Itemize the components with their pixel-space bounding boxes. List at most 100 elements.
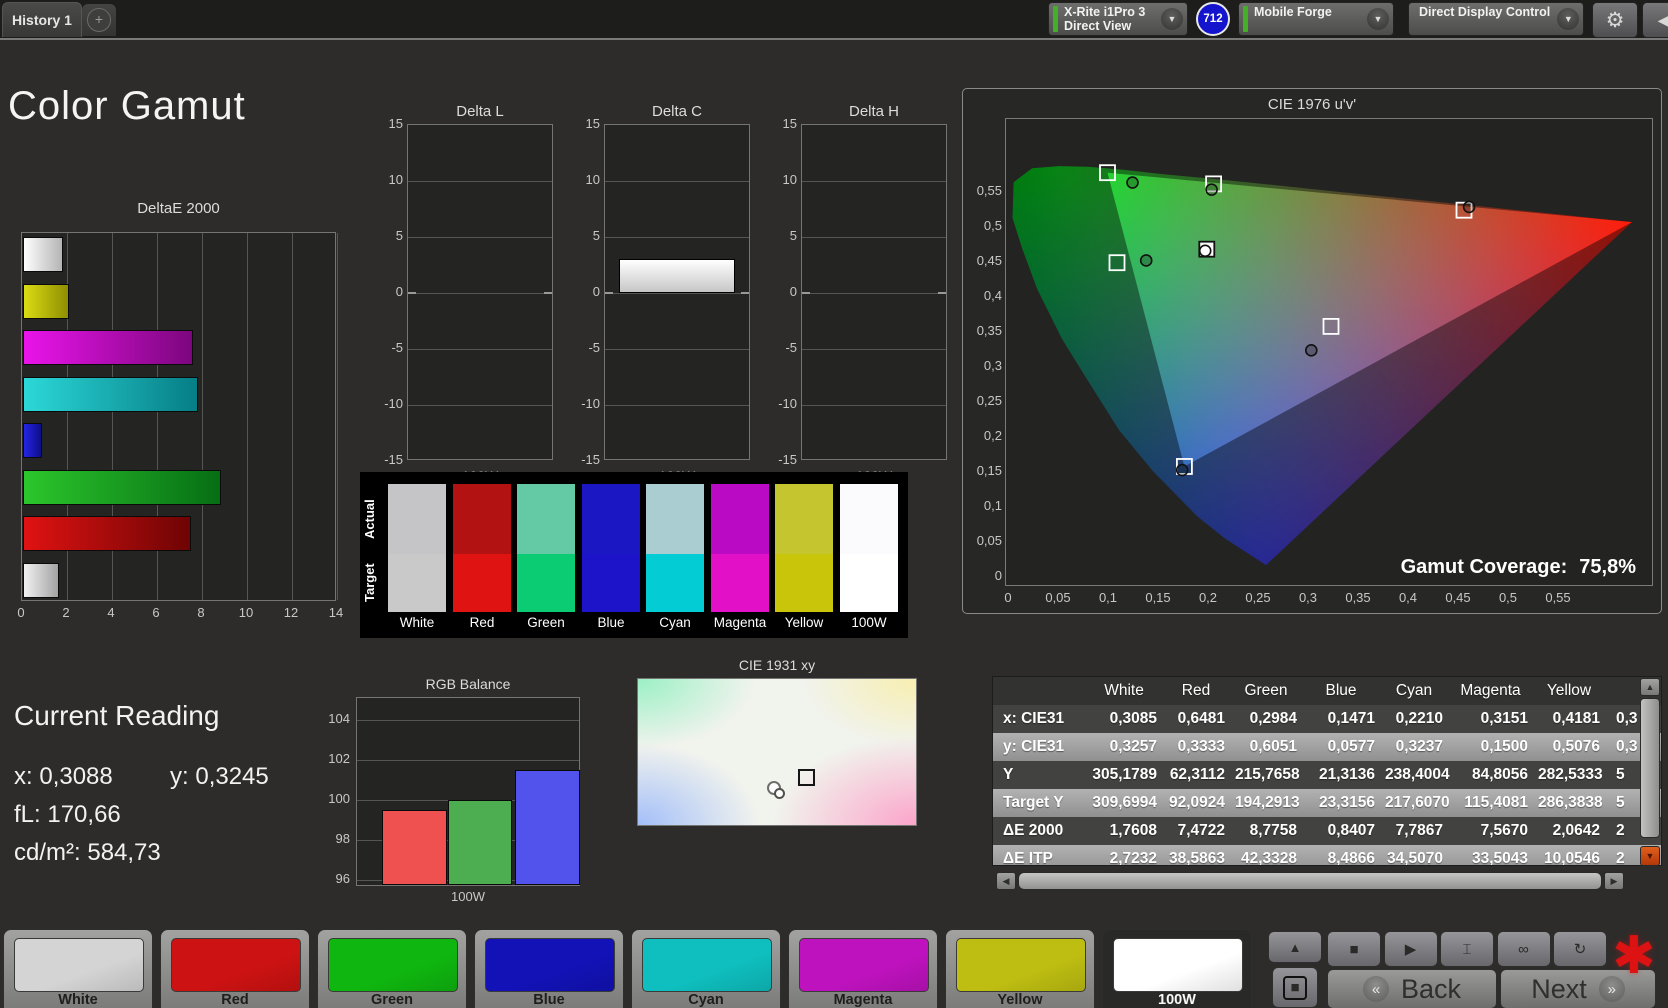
actual-marker-yellow — [1205, 183, 1218, 196]
patch-button-cyan[interactable]: Cyan — [631, 929, 781, 1008]
table-cell: 10,0546 — [1543, 850, 1600, 866]
table-cell: 21,3136 — [1318, 766, 1375, 783]
patch-swatch — [642, 938, 772, 992]
swatch-target-yellow — [775, 554, 833, 612]
actual-marker-magenta — [1304, 344, 1318, 357]
cie1931-plot — [637, 678, 917, 826]
rgb-bar-blue — [515, 770, 580, 885]
device-dropdown-0[interactable]: X-Rite i1Pro 3 Direct View ▼ — [1048, 2, 1188, 36]
delta-y-tick: 0 — [395, 284, 403, 299]
device-dropdown-1[interactable]: Mobile Forge ▼ — [1238, 2, 1394, 36]
rgb-y-tick: 100 — [328, 791, 350, 806]
reading-fl: fL: 170,66 — [14, 801, 121, 829]
transport-play-button[interactable]: ▶ — [1383, 931, 1438, 967]
table-vscroll-down[interactable]: ▼ — [1640, 846, 1660, 866]
cie1976-x-tick: 0,35 — [1345, 590, 1371, 605]
table-header-white: White — [1104, 682, 1144, 699]
tab-history-1[interactable]: History 1 — [2, 2, 82, 37]
table-hscroll-right[interactable]: ▶ — [1604, 872, 1624, 890]
delta-gridline — [408, 237, 552, 238]
table-row-label: Y — [1003, 766, 1014, 783]
table-hscroll-thumb[interactable] — [1018, 872, 1602, 890]
transport-refresh-button[interactable]: ↻ — [1553, 931, 1607, 967]
delta-gridline — [802, 293, 946, 294]
swatch-target-magenta — [711, 554, 769, 612]
zero-notch — [605, 292, 613, 294]
rgb-bar-red — [382, 810, 447, 885]
add-tab-button[interactable]: + — [82, 4, 116, 36]
patch-button-magenta[interactable]: Magenta — [788, 929, 938, 1008]
transport-stop-button[interactable]: ■ — [1327, 931, 1381, 967]
table-cell: 0,6481 — [1177, 710, 1225, 727]
deltae-x-tick: 6 — [152, 605, 160, 620]
delta-chart-0 — [407, 124, 553, 460]
cie1931-gradient — [638, 679, 916, 825]
chevron-down-icon: ▼ — [1161, 8, 1183, 30]
play-icon: ▶ — [1404, 941, 1417, 958]
table-vscroll-thumb[interactable] — [1640, 698, 1660, 838]
delta-chart-2 — [801, 124, 947, 460]
table-cell-clipped: 0,3 — [1616, 710, 1638, 727]
delta-gridline — [802, 405, 946, 406]
zero-notch — [802, 292, 810, 294]
back-label: Back — [1400, 973, 1462, 1004]
device-status-bar — [1243, 6, 1248, 32]
deltae-gridline — [337, 233, 338, 600]
actual-marker-cyan — [1139, 254, 1153, 267]
swatch-label: Magenta — [713, 615, 767, 630]
cie1976-y-tick: 0,25 — [976, 393, 1002, 408]
delta-y-tick: 10 — [782, 172, 797, 187]
patch-button-100w[interactable]: 100W — [1102, 929, 1252, 1008]
table-cell: 2,7232 — [1109, 850, 1157, 866]
actual-row-label: Actual — [362, 499, 377, 539]
cie1976-x-tick: 0 — [1004, 590, 1012, 605]
meter-count-badge[interactable]: 712 — [1196, 2, 1230, 36]
settings-button[interactable]: ⚙ — [1592, 2, 1638, 38]
swatch-label: Red — [469, 615, 495, 630]
table-cell: 8,4866 — [1327, 850, 1375, 866]
table-cell: 23,3156 — [1318, 794, 1375, 811]
table-hscroll-left[interactable]: ◀ — [996, 872, 1016, 890]
patch-label: 100W — [1158, 992, 1196, 1008]
delta-y-tick: -10 — [384, 396, 403, 411]
zero-notch — [938, 292, 946, 294]
actual-target-swatch-strip: Actual Target White Red Green Blue Cyan Magenta… — [360, 472, 908, 638]
deltae-gridline — [202, 233, 203, 600]
swatch-target-green — [517, 554, 575, 612]
delta-y-tick: 10 — [388, 172, 403, 187]
interval-icon: ⌶ — [1462, 940, 1472, 958]
transport-loop-button[interactable]: ∞ — [1496, 931, 1551, 967]
cie1976-x-tick: 0,2 — [1198, 590, 1218, 605]
delta-gridline — [605, 349, 749, 350]
deltae-x-tick: 14 — [328, 605, 344, 620]
table-cell: 7,5670 — [1480, 822, 1528, 839]
rgb-y-tick: 102 — [328, 751, 350, 766]
patch-button-green[interactable]: Green — [317, 929, 467, 1008]
device-dropdown-2[interactable]: Direct Display Control ▼ — [1408, 2, 1584, 36]
swatch-actual-green — [517, 484, 575, 554]
table-header-red: Red — [1181, 682, 1211, 699]
x-label: x: — [14, 763, 33, 790]
table-cell: 215,7658 — [1235, 766, 1300, 783]
cie1976-x-tick: 0,45 — [1445, 590, 1471, 605]
cie1976-x-tick: 0,55 — [1545, 590, 1571, 605]
table-cell: 217,6070 — [1385, 794, 1450, 811]
deltae-bar-green — [23, 469, 221, 505]
patch-swatch — [485, 938, 615, 992]
delta-gridline — [408, 405, 552, 406]
patch-button-white[interactable]: White — [3, 929, 153, 1008]
cie1976-x-tick: 0,15 — [1145, 590, 1171, 605]
scroll-up-button[interactable]: ▲ — [1268, 931, 1322, 963]
table-vscroll-up[interactable]: ▲ — [1640, 678, 1660, 696]
cie1976-y-tick: 0,55 — [976, 183, 1002, 198]
transport-interval-button[interactable]: ⌶ — [1440, 931, 1494, 967]
patch-swatch — [799, 938, 929, 992]
patch-button-blue[interactable]: Blue — [474, 929, 624, 1008]
deltae-x-tick: 4 — [107, 605, 115, 620]
stop-pattern-button[interactable]: ■ — [1272, 967, 1318, 1008]
patch-button-red[interactable]: Red — [160, 929, 310, 1008]
back-button[interactable]: « Back — [1327, 969, 1497, 1008]
patch-button-yellow[interactable]: Yellow — [945, 929, 1095, 1008]
collapse-panel-button[interactable]: ◀ — [1642, 2, 1668, 38]
delta-y-tick: 0 — [789, 284, 797, 299]
